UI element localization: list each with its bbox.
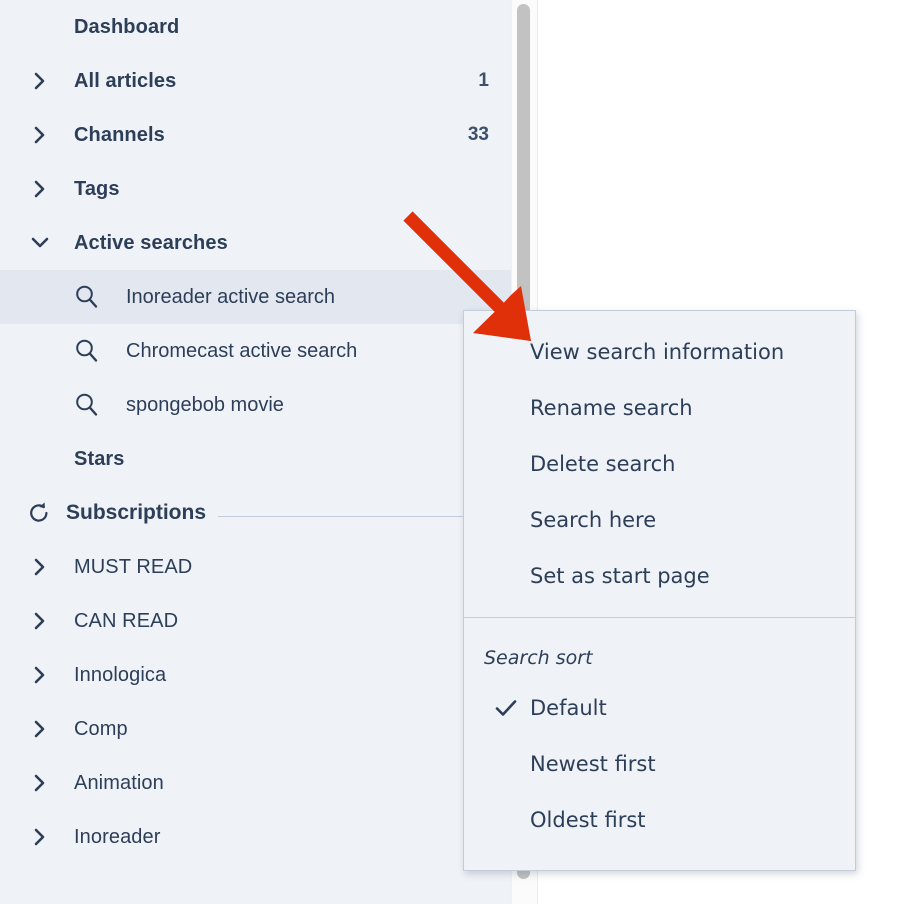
menu-item-set-as-start-page[interactable]: Set as start page [464,548,855,604]
sidebar-item-channels[interactable]: Channels 33 [0,108,511,162]
sidebar-item-dashboard[interactable]: Dashboard [0,0,511,54]
check-icon [494,696,518,720]
sidebar-item-tags[interactable]: Tags [0,162,511,216]
sidebar-item-inoreader[interactable]: Inoreader [0,810,511,864]
sidebar-item-label: Inoreader [74,825,161,848]
menu-item-label: Set as start page [530,564,710,588]
chevron-right-icon[interactable] [30,71,50,91]
saved-search-label: Inoreader active search [126,285,336,308]
search-icon [74,392,100,418]
context-menu-actions: View search information Rename search De… [464,311,855,617]
search-icon [74,284,100,310]
refresh-icon[interactable] [26,500,52,526]
chevron-right-icon[interactable] [30,179,50,199]
sort-section-caption: Search sort [484,647,593,669]
app-root: Dashboard All articles 1 Channels 33 Tag… [0,0,920,904]
chevron-down-icon[interactable] [30,233,50,253]
saved-search-label: Chromecast active search [126,339,358,362]
sidebar-item-active-searches[interactable]: Active searches [0,216,511,270]
sidebar-item-label: Comp [74,717,128,740]
unread-count: 33 [467,124,489,145]
sidebar-item-inoreader-active-search[interactable]: Inoreader active search [0,270,511,324]
section-divider [218,515,493,517]
menu-item-label: Delete search [530,452,676,476]
menu-item-label: Default [530,696,607,720]
chevron-right-icon[interactable] [30,719,50,739]
menu-item-rename-search[interactable]: Rename search [464,380,855,436]
subscriptions-title: Subscriptions [66,501,207,524]
sidebar-item-label: Animation [74,771,164,794]
sidebar-item-spongebob-movie[interactable]: spongebob movie [0,378,511,432]
menu-item-sort-default[interactable]: Default [464,680,855,736]
search-context-menu: View search information Rename search De… [463,310,856,871]
sidebar-item-label: Innologica [74,663,167,686]
sidebar-item-label: All articles [74,69,177,92]
sidebar-item-comp[interactable]: Comp [0,702,511,756]
menu-item-label: Newest first [530,752,656,776]
sidebar-item-animation[interactable]: Animation [0,756,511,810]
saved-search-label: spongebob movie [126,393,284,416]
search-icon [74,338,100,364]
chevron-right-icon[interactable] [30,125,50,145]
menu-item-sort-newest-first[interactable]: Newest first [464,736,855,792]
menu-item-label: Rename search [530,396,693,420]
sidebar: Dashboard All articles 1 Channels 33 Tag… [0,0,511,904]
subscriptions-group-header[interactable]: Subscriptions [0,486,511,540]
sidebar-item-label: Tags [74,177,120,200]
sidebar-item-label: Channels [74,123,165,146]
chevron-right-icon[interactable] [30,773,50,793]
menu-item-label: Oldest first [530,808,646,832]
sidebar-item-stars[interactable]: Stars [0,432,511,486]
menu-item-sort-oldest-first[interactable]: Oldest first [464,792,855,848]
sidebar-item-label: MUST READ [74,555,193,578]
sidebar-item-label: Stars [74,447,125,470]
chevron-right-icon[interactable] [30,665,50,685]
menu-item-search-here[interactable]: Search here [464,492,855,548]
menu-item-label: Search here [530,508,657,532]
chevron-right-icon[interactable] [30,557,50,577]
menu-item-label: View search information [530,340,785,364]
sidebar-item-all-articles[interactable]: All articles 1 [0,54,511,108]
chevron-right-icon[interactable] [30,611,50,631]
sidebar-item-label: Dashboard [74,15,180,38]
sidebar-item-innologica[interactable]: Innologica [0,648,511,702]
context-menu-sort-section: Search sort Default Newest first Oldest … [464,617,855,870]
sidebar-item-label: CAN READ [74,609,179,632]
menu-item-view-search-information[interactable]: View search information [464,324,855,380]
menu-item-delete-search[interactable]: Delete search [464,436,855,492]
sidebar-item-chromecast-active-search[interactable]: Chromecast active search [0,324,511,378]
chevron-right-icon[interactable] [30,827,50,847]
unread-count: 1 [478,70,489,91]
sidebar-item-must-read[interactable]: MUST READ [0,540,511,594]
sidebar-item-can-read[interactable]: CAN READ [0,594,511,648]
sidebar-item-label: Active searches [74,231,228,254]
